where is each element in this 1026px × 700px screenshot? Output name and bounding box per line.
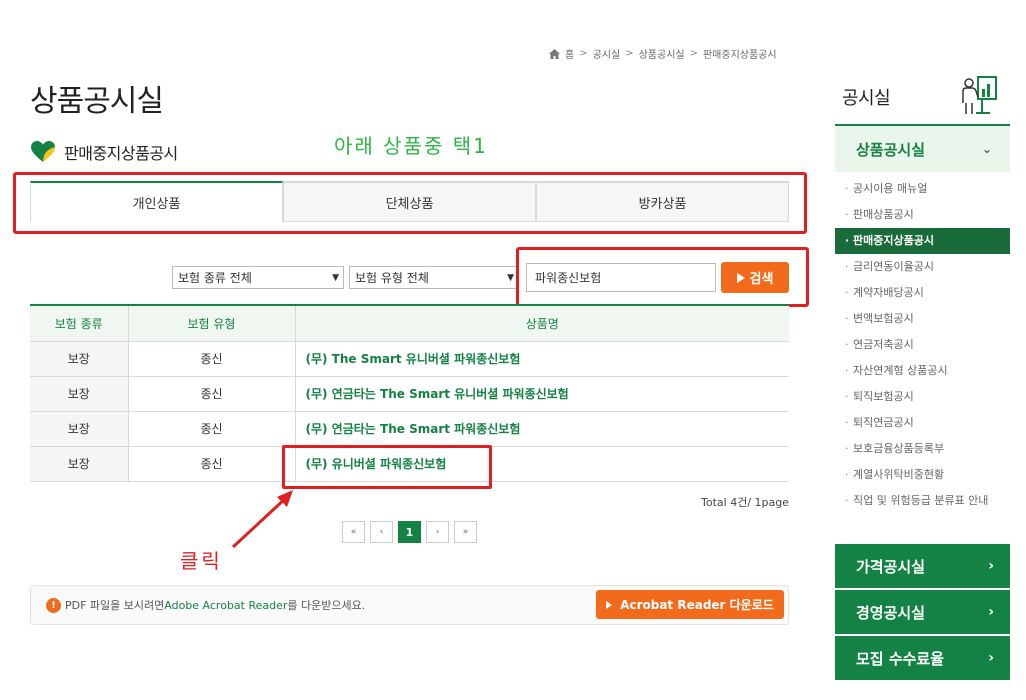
page-button-current[interactable]: 1 bbox=[398, 521, 421, 543]
sidebar-section-price[interactable]: 가격공시실 › bbox=[835, 544, 1010, 588]
insurance-kind-select[interactable]: 보험 유형 전체 ▼ bbox=[349, 266, 519, 289]
sidebar-item-discontinued-products[interactable]: 판매중지상품공시 bbox=[835, 228, 1010, 254]
cell-type: 보장 bbox=[30, 446, 129, 482]
section-title: 판매중지상품공시 bbox=[30, 140, 178, 164]
product-link[interactable]: (무) 연금타는 The Smart 유니버셜 파워종신보험 bbox=[295, 376, 789, 412]
insurance-kind-select-value: 보험 유형 전체 bbox=[355, 271, 429, 285]
search-input[interactable]: 파워종신보험 bbox=[526, 263, 716, 292]
pdf-notice-text-post: 를 다운받으세요. bbox=[287, 599, 366, 612]
sidebar-section-commission[interactable]: 모집 수수료율 › bbox=[835, 636, 1010, 680]
breadcrumb-item-home[interactable]: 홈 bbox=[565, 46, 574, 61]
insurance-type-select[interactable]: 보험 종류 전체 ▼ bbox=[172, 266, 344, 289]
search-button[interactable]: 검색 bbox=[721, 262, 789, 293]
chevron-down-icon: ▼ bbox=[332, 272, 339, 283]
breadcrumb-separator-icon: > bbox=[689, 48, 698, 59]
cell-kind: 종신 bbox=[128, 341, 296, 377]
chevron-down-icon: ⌄ bbox=[981, 142, 992, 156]
acrobat-download-button[interactable]: Acrobat Reader 다운로드 bbox=[596, 590, 784, 619]
annotation-select-one: 아래 상품중 택1 bbox=[334, 134, 488, 158]
sidebar-item-asset-linked[interactable]: 자산연계형 상품공시 bbox=[835, 358, 1010, 384]
pagination: « ‹ 1 › » bbox=[342, 521, 477, 543]
sidebar-section-price-label: 가격공시실 bbox=[856, 557, 926, 576]
sidebar-item-interest-rate[interactable]: 금리연동이율공시 bbox=[835, 254, 1010, 280]
breadcrumb-item-current: 판매중지상품공시 bbox=[702, 50, 777, 61]
sidebar-item-affiliate-consignment[interactable]: 계열사위탁비중현황 bbox=[835, 462, 1010, 488]
sidebar-item-dividend[interactable]: 계약자배당공시 bbox=[835, 280, 1010, 306]
pdf-notice-text-pre: PDF 파일을 보시려면 bbox=[65, 599, 165, 612]
sidebar-section-products[interactable]: 상품공시실 ⌄ bbox=[835, 124, 1010, 172]
table-row: 보장 종신 (무) 연금타는 The Smart 파워종신보험 bbox=[30, 411, 789, 447]
cell-type: 보장 bbox=[30, 411, 129, 447]
cell-type: 보장 bbox=[30, 376, 129, 412]
cell-kind: 종신 bbox=[128, 446, 296, 482]
cell-kind: 종신 bbox=[128, 376, 296, 412]
sidebar-item-retirement-pension[interactable]: 퇴직연금공시 bbox=[835, 410, 1010, 436]
play-triangle-icon bbox=[736, 272, 745, 283]
table-row: 보장 종신 (무) The Smart 유니버셜 파워종신보험 bbox=[30, 341, 789, 377]
annotation-click: 클릭 bbox=[180, 549, 223, 573]
sidebar-item-retirement-insurance[interactable]: 퇴직보험공시 bbox=[835, 384, 1010, 410]
insurance-type-select-value: 보험 종류 전체 bbox=[178, 271, 252, 285]
chevron-right-icon: › bbox=[988, 604, 994, 620]
info-icon: ! bbox=[46, 597, 61, 613]
cell-kind: 종신 bbox=[128, 411, 296, 447]
result-count: Total 4건/ 1page bbox=[701, 496, 789, 509]
annotation-highlight-box bbox=[282, 445, 492, 489]
sidebar-item-variable-insurance[interactable]: 변액보험공시 bbox=[835, 306, 1010, 332]
breadcrumb-item-disclosure[interactable]: 공시실 bbox=[593, 46, 621, 61]
column-header-type: 보험 종류 bbox=[30, 304, 129, 342]
column-header-product: 상품명 bbox=[295, 304, 789, 342]
play-triangle-icon bbox=[606, 600, 613, 609]
breadcrumb-item-product-disclosure[interactable]: 상품공시실 bbox=[639, 46, 685, 61]
chevron-right-icon: › bbox=[988, 650, 994, 666]
sidebar-item-job-risk-table[interactable]: 직업 및 위험등급 분류표 안내 bbox=[835, 488, 1010, 514]
chevron-down-icon: ▼ bbox=[507, 272, 514, 283]
next-page-button[interactable]: › bbox=[426, 521, 449, 543]
acrobat-download-label: Acrobat Reader 다운로드 bbox=[620, 598, 774, 612]
breadcrumb-separator-icon: > bbox=[625, 48, 634, 59]
sidebar-title: 공시실 bbox=[842, 88, 891, 109]
presentation-person-icon bbox=[962, 76, 997, 114]
home-icon[interactable] bbox=[549, 48, 560, 59]
acrobat-reader-link[interactable]: Adobe Acrobat Reader bbox=[164, 599, 287, 612]
sidebar-section-management-label: 경영공시실 bbox=[856, 603, 926, 622]
product-tabs: 개인상품 단체상품 방카상품 bbox=[30, 181, 789, 222]
product-link[interactable]: (무) 연금타는 The Smart 파워종신보험 bbox=[295, 411, 789, 447]
sidebar-section-products-label: 상품공시실 bbox=[856, 140, 926, 159]
heart-leaf-icon bbox=[31, 141, 55, 162]
annotation-arrow-icon bbox=[231, 490, 293, 549]
table-row: 보장 종신 (무) 연금타는 The Smart 유니버셜 파워종신보험 bbox=[30, 376, 789, 412]
breadcrumb: 홈 > 공시실 > 상품공시실 > 판매중지상품공시 bbox=[549, 46, 777, 61]
prev-page-button[interactable]: ‹ bbox=[370, 521, 393, 543]
sidebar-section-commission-label: 모집 수수료율 bbox=[856, 649, 945, 668]
column-header-kind: 보험 유형 bbox=[128, 304, 296, 342]
last-page-button[interactable]: » bbox=[454, 521, 477, 543]
sidebar-item-pension-savings[interactable]: 연금저축공시 bbox=[835, 332, 1010, 358]
sidebar-item-selling-products[interactable]: 판매상품공시 bbox=[835, 202, 1010, 228]
breadcrumb-separator-icon: > bbox=[579, 48, 588, 59]
page-title: 상품공시실 bbox=[30, 84, 164, 119]
tab-bancassurance[interactable]: 방카상품 bbox=[536, 181, 789, 222]
sidebar-item-protected-registry[interactable]: 보호금융상품등록부 bbox=[835, 436, 1010, 462]
table-header-row: 보험 종류 보험 유형 상품명 bbox=[30, 304, 789, 342]
cell-type: 보장 bbox=[30, 341, 129, 377]
product-link[interactable]: (무) The Smart 유니버셜 파워종신보험 bbox=[295, 341, 789, 377]
tab-group[interactable]: 단체상품 bbox=[283, 181, 536, 222]
first-page-button[interactable]: « bbox=[342, 521, 365, 543]
chevron-right-icon: › bbox=[988, 558, 994, 574]
sidebar-item-manual[interactable]: 공시이용 매뉴얼 bbox=[835, 176, 1010, 202]
section-title-text: 판매중지상품공시 bbox=[64, 144, 178, 163]
sidebar-submenu: 공시이용 매뉴얼 판매상품공시 판매중지상품공시 금리연동이율공시 계약자배당공… bbox=[835, 176, 1010, 514]
search-button-label: 검색 bbox=[749, 272, 774, 287]
tab-individual[interactable]: 개인상품 bbox=[30, 181, 283, 222]
sidebar-section-management[interactable]: 경영공시실 › bbox=[835, 590, 1010, 634]
